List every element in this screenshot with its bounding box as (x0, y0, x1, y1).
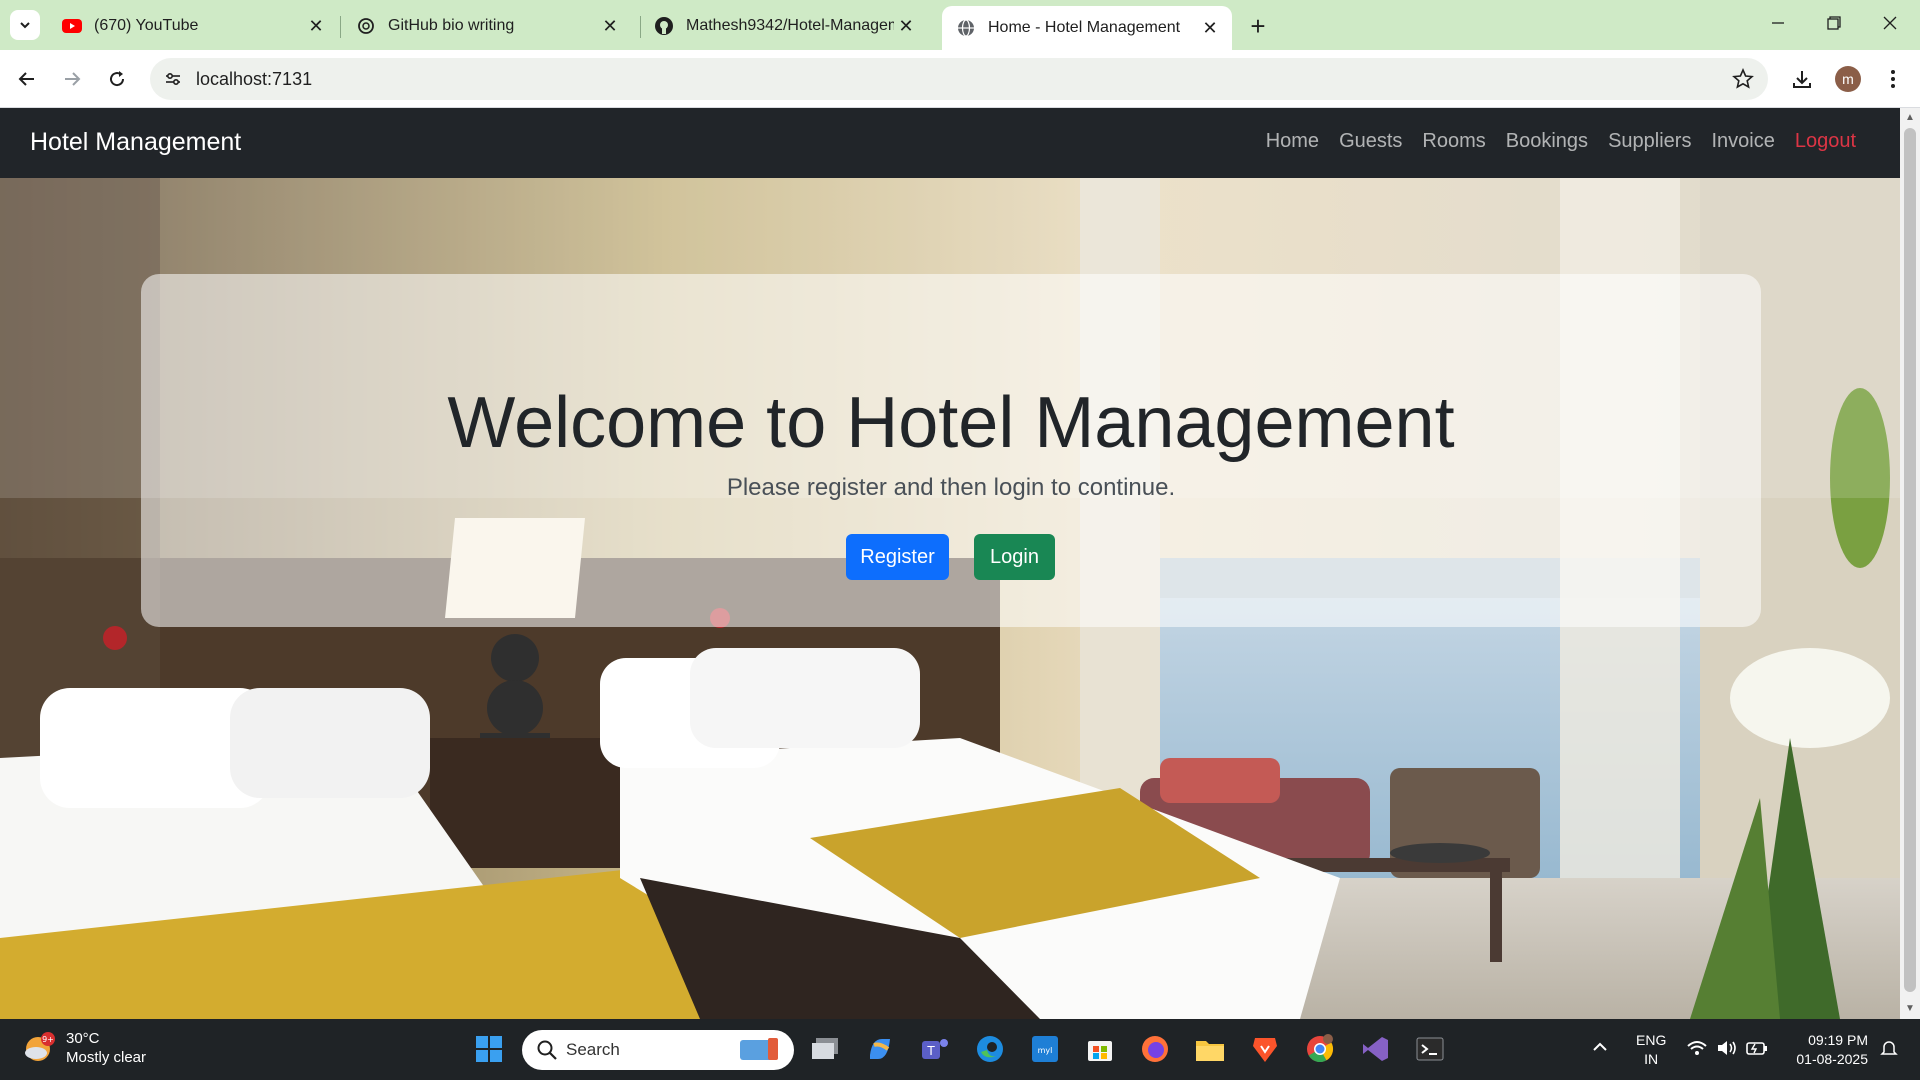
input-language-indicator[interactable]: ENG IN (1636, 1031, 1666, 1069)
language-region: IN (1644, 1051, 1659, 1067)
weather-description: Mostly clear (66, 1049, 147, 1066)
nav-link-bookings[interactable]: Bookings (1506, 130, 1588, 153)
tab-title: Mathesh9342/Hotel-Management (686, 17, 894, 34)
taskbar-search-box[interactable]: Search (522, 1030, 794, 1070)
tab-title: Home - Hotel Management (988, 19, 1181, 36)
svg-text:myl: myl (1038, 1046, 1053, 1055)
system-clock[interactable]: 09:19 PM 01-08-2025 (1786, 1031, 1868, 1069)
windows-taskbar: 9+ 30°C Mostly clear Search T myl ENG IN… (0, 1019, 1920, 1080)
navbar-links: Home Guests Rooms Bookings Suppliers Inv… (1266, 130, 1856, 153)
chevron-down-icon (20, 22, 30, 29)
notifications-bell-icon[interactable] (1880, 1039, 1898, 1061)
github-icon (654, 16, 674, 36)
close-tab-icon[interactable]: ✕ (894, 14, 918, 38)
wifi-icon[interactable] (1686, 1039, 1708, 1061)
firefox-icon[interactable] (1138, 1032, 1172, 1066)
mylio-app-icon[interactable]: myl (1028, 1032, 1062, 1066)
microsoft-store-icon[interactable] (1083, 1032, 1117, 1066)
welcome-subtitle: Please register and then login to contin… (726, 474, 1176, 501)
browser-toolbar: localhost:7131 m (0, 50, 1920, 108)
nav-link-guests[interactable]: Guests (1339, 130, 1402, 153)
more-menu-icon[interactable] (1878, 64, 1908, 94)
openai-icon (356, 16, 376, 36)
tab-home-hotel-management[interactable]: Home - Hotel Management ✕ (942, 6, 1232, 50)
url-text: localhost:7131 (196, 69, 313, 89)
search-highlight-icon (740, 1038, 778, 1060)
weather-badge: 9+ (42, 1035, 54, 1044)
profile-avatar[interactable]: m (1835, 66, 1861, 92)
back-arrow-icon[interactable] (12, 64, 42, 94)
nav-link-logout[interactable]: Logout (1795, 130, 1856, 153)
nav-link-suppliers[interactable]: Suppliers (1608, 130, 1691, 153)
login-button[interactable]: Login (974, 534, 1055, 580)
edge-browser-icon[interactable] (973, 1032, 1007, 1066)
file-explorer-icon[interactable] (1193, 1032, 1227, 1066)
tab-youtube[interactable]: (670) YouTube ✕ (48, 6, 338, 46)
hero-section: Welcome to Hotel Management Please regis… (0, 178, 1900, 1019)
nav-link-home[interactable]: Home (1266, 130, 1319, 153)
task-view-icon[interactable] (808, 1032, 842, 1066)
scroll-down-arrow-icon[interactable]: ▼ (1904, 1003, 1916, 1015)
copilot-icon[interactable] (863, 1032, 897, 1066)
close-tab-icon[interactable]: ✕ (1198, 16, 1222, 40)
page-viewport: Hotel Management Home Guests Rooms Booki… (0, 108, 1900, 1019)
new-tab-icon[interactable]: + (1244, 11, 1272, 41)
youtube-icon (62, 16, 82, 36)
show-hidden-icons-chevron-icon[interactable] (1592, 1039, 1608, 1056)
language-code: ENG (1636, 1032, 1667, 1048)
volume-icon[interactable] (1716, 1039, 1738, 1061)
restore-icon[interactable] (1814, 8, 1854, 38)
clock-time: 09:19 PM (1808, 1032, 1868, 1048)
site-settings-icon[interactable] (162, 68, 184, 90)
welcome-card: Welcome to Hotel Management Please regis… (141, 274, 1761, 627)
close-tab-icon[interactable]: ✕ (304, 14, 328, 38)
register-button[interactable]: Register (846, 534, 949, 580)
close-window-icon[interactable] (1870, 8, 1910, 38)
search-placeholder: Search (566, 1040, 620, 1059)
terminal-icon[interactable] (1413, 1032, 1447, 1066)
globe-icon (956, 18, 976, 38)
weather-widget[interactable]: 9+ 30°C Mostly clear (22, 1029, 146, 1067)
tab-github-bio[interactable]: GitHub bio writing ✕ (342, 6, 632, 46)
weather-moon-cloud-icon: 9+ (25, 1032, 55, 1061)
close-tab-icon[interactable]: ✕ (598, 14, 622, 38)
browser-tab-strip: (670) YouTube ✕ GitHub bio writing ✕ Mat… (0, 0, 1920, 50)
reload-icon[interactable] (102, 64, 132, 94)
visual-studio-icon[interactable] (1358, 1032, 1392, 1066)
nav-link-invoice[interactable]: Invoice (1711, 130, 1774, 153)
page-scrollbar[interactable]: ▲ ▼ (1900, 108, 1920, 1019)
teams-icon[interactable]: T (918, 1032, 952, 1066)
windows-start-icon[interactable] (472, 1032, 506, 1066)
brave-browser-icon[interactable] (1248, 1032, 1282, 1066)
battery-icon[interactable] (1746, 1039, 1768, 1061)
minimize-icon[interactable] (1758, 8, 1798, 38)
forward-arrow-icon[interactable] (57, 64, 87, 94)
scroll-up-arrow-icon[interactable]: ▲ (1904, 112, 1916, 124)
tab-separator (340, 16, 341, 38)
tab-search-button[interactable] (10, 10, 40, 40)
tab-title: (670) YouTube (94, 17, 199, 34)
chrome-browser-icon[interactable] (1303, 1032, 1337, 1066)
address-bar[interactable]: localhost:7131 (150, 58, 1768, 100)
scrollbar-thumb[interactable] (1904, 128, 1916, 992)
nav-link-rooms[interactable]: Rooms (1422, 130, 1485, 153)
weather-temperature: 30°C (66, 1030, 100, 1047)
site-navbar: Hotel Management Home Guests Rooms Booki… (0, 108, 1900, 178)
bookmark-star-icon[interactable] (1732, 67, 1754, 90)
tab-github-repo[interactable]: Mathesh9342/Hotel-Management ✕ (640, 6, 928, 46)
tab-title: GitHub bio writing (388, 17, 515, 34)
welcome-heading: Welcome to Hotel Management (447, 383, 1455, 463)
navbar-brand[interactable]: Hotel Management (30, 128, 241, 157)
clock-date: 01-08-2025 (1796, 1051, 1868, 1067)
download-icon[interactable] (1787, 64, 1817, 94)
svg-text:T: T (926, 1044, 935, 1058)
search-icon (537, 1040, 557, 1060)
